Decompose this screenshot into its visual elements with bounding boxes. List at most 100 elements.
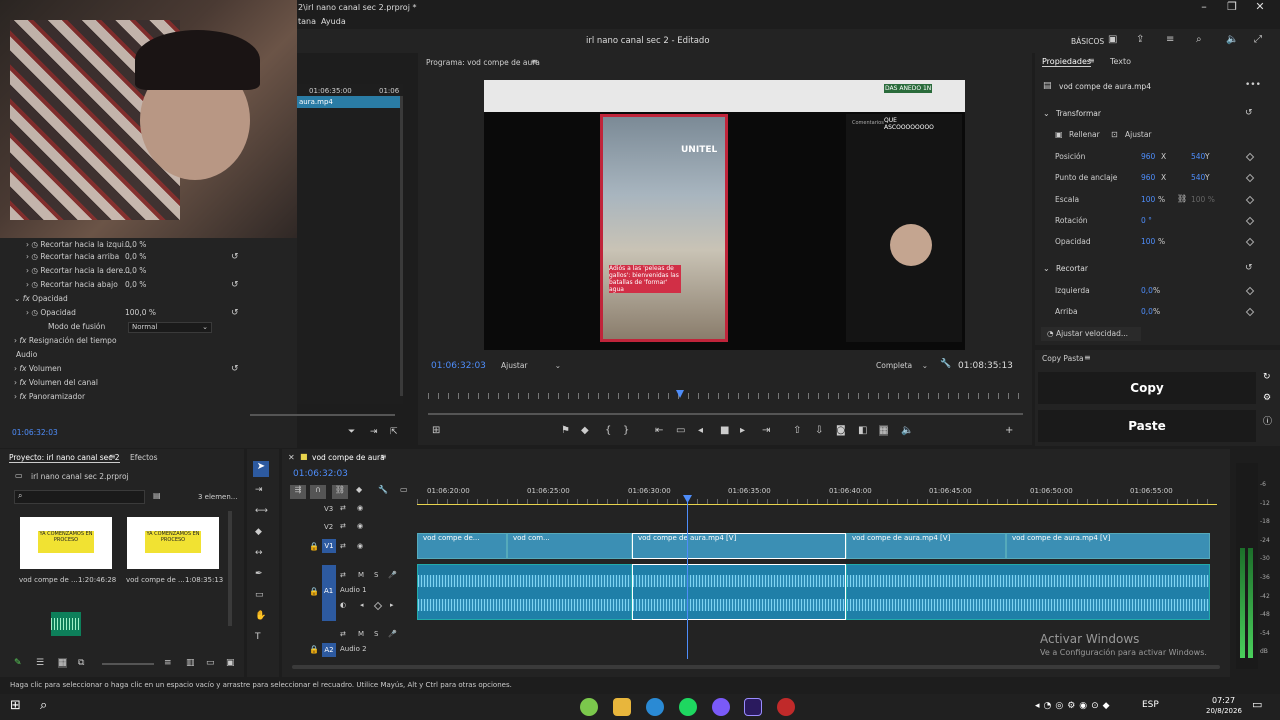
new-bin-icon[interactable]: ▤ xyxy=(153,491,161,500)
anchor-y[interactable]: 540 xyxy=(1191,173,1205,182)
tab-texto[interactable]: Texto xyxy=(1110,57,1131,66)
mark-in-icon[interactable]: { xyxy=(605,425,611,436)
timeline-timecode[interactable]: 01:06:32:03 xyxy=(293,469,348,479)
crop-top-value[interactable]: 0,0 xyxy=(1141,307,1153,316)
fit-icon[interactable]: ⊡ xyxy=(1111,130,1118,139)
track-label-v2[interactable]: V2 xyxy=(324,523,333,531)
fit-button[interactable]: Ajustar xyxy=(1125,130,1152,139)
track-toggle-icon[interactable]: ⇄ xyxy=(340,571,346,579)
blend-mode-select[interactable]: Normal ⌄ xyxy=(128,322,212,333)
video-clip[interactable]: vod compe de... xyxy=(417,533,507,559)
timeline-tab[interactable]: vod compe de aura xyxy=(312,453,385,462)
project-thumb-2[interactable]: YA COMENZAMOS EN PROCESO xyxy=(127,517,219,569)
refresh-icon[interactable]: ↻ xyxy=(1263,372,1271,382)
ripple-icon[interactable]: ⇥ xyxy=(370,427,378,437)
captions-icon[interactable]: ▭ xyxy=(400,485,408,494)
keyframe-icon[interactable] xyxy=(1245,216,1255,226)
video-clip[interactable]: vod compe de aura.mp4 [V] xyxy=(1006,533,1210,559)
lock-icon[interactable]: 🔒 xyxy=(309,542,319,551)
automate-icon[interactable]: ▥ xyxy=(186,658,195,668)
chevron-right-icon[interactable]: › xyxy=(14,362,17,376)
thumb-size-slider[interactable] xyxy=(102,663,154,665)
video-clip[interactable]: vod compe de aura.mp4 [V] xyxy=(846,533,1006,559)
chevron-right-icon[interactable]: › xyxy=(26,250,29,264)
anchor-x[interactable]: 960 xyxy=(1141,173,1155,182)
project-item-name[interactable]: vod compe de ... xyxy=(126,576,185,584)
search-icon[interactable]: ⌕ xyxy=(1196,34,1202,45)
menu-lines-icon[interactable]: ≡ xyxy=(380,452,387,461)
track-toggle-icon[interactable]: ⇄ xyxy=(340,522,346,530)
selection-tool-icon[interactable]: ➤ xyxy=(253,461,269,477)
ripple-edit-icon[interactable]: ⟷ xyxy=(255,506,268,516)
audio-thumb[interactable] xyxy=(51,612,81,636)
go-to-out-icon[interactable]: ⇥ xyxy=(762,425,770,436)
menu-lines-icon[interactable]: ≡ xyxy=(1166,34,1174,45)
fullscreen-icon[interactable]: ⤢ xyxy=(1254,34,1262,45)
chevron-right-icon[interactable]: › xyxy=(26,278,29,292)
work-area-bar[interactable] xyxy=(417,504,1217,505)
effect-value-bottom[interactable]: 0,0 % xyxy=(125,278,146,292)
program-video[interactable]: UNITEL Adiós a las 'peleas de gallos': b… xyxy=(484,80,965,350)
program-ruler[interactable] xyxy=(428,393,1023,399)
opacity-value[interactable]: 100,0 % xyxy=(125,306,156,320)
keyframe-icon[interactable] xyxy=(373,601,383,611)
stop-icon[interactable]: ■ xyxy=(720,425,729,436)
notification-icon[interactable]: ▭ xyxy=(1252,698,1262,711)
minimize-icon[interactable]: – xyxy=(1190,0,1218,14)
workspace-icon[interactable]: ▣ xyxy=(1108,34,1117,45)
audio-clip-selected[interactable] xyxy=(632,564,846,620)
reset-icon[interactable]: ↺ xyxy=(1245,108,1253,118)
link-icon[interactable]: ⛓ xyxy=(1177,194,1187,203)
mic-icon[interactable]: 🎤 xyxy=(388,630,397,638)
scale-value[interactable]: 100 xyxy=(1141,195,1155,204)
track-label-v1[interactable]: V1 xyxy=(322,539,336,553)
settings-icon[interactable]: ⊞ xyxy=(432,425,440,436)
quality-select[interactable]: Completa ⌄ xyxy=(876,360,928,372)
clock-date[interactable]: 20/8/2026 xyxy=(1206,707,1242,715)
source-clip[interactable]: aura.mp4 xyxy=(297,96,401,108)
opacity-value[interactable]: 100 xyxy=(1141,237,1155,246)
wrench-icon[interactable]: 🔧 xyxy=(378,485,388,494)
keyframe-icon[interactable] xyxy=(1245,237,1255,247)
chevron-right-icon[interactable]: › xyxy=(14,334,17,348)
chevron-right-icon[interactable]: › xyxy=(26,264,29,278)
system-tray-icons[interactable]: ◂◔◎⚙◉⊙◆ xyxy=(1035,701,1135,713)
lock-icon[interactable]: 🔒 xyxy=(309,645,319,654)
new-bin-icon[interactable]: ▭ xyxy=(206,658,215,668)
menu-lines-icon[interactable]: ≡ xyxy=(531,57,538,66)
solo-icon[interactable]: S xyxy=(374,630,378,638)
list-view-icon[interactable]: ☰ xyxy=(36,658,44,668)
pen-icon[interactable]: ✒ xyxy=(255,569,263,579)
go-to-in-icon[interactable]: ⇤ xyxy=(655,425,663,436)
fit-select[interactable]: Ajustar ⌄ xyxy=(501,360,561,372)
keyframe-icon[interactable] xyxy=(1245,195,1255,205)
effect-timecode[interactable]: 01:06:32:03 xyxy=(12,428,58,437)
step-forward-icon[interactable]: ▸ xyxy=(740,425,745,436)
fill-icon[interactable]: ▣ xyxy=(1055,130,1063,139)
chevron-right-icon[interactable]: › xyxy=(14,376,17,390)
zoom-scrollbar[interactable] xyxy=(250,414,395,416)
app-icon-1[interactable] xyxy=(580,698,598,716)
track-label-a2[interactable]: A2 xyxy=(322,643,336,657)
camera-icon[interactable]: ◙ xyxy=(836,425,846,436)
slip-icon[interactable]: ↔ xyxy=(255,548,263,558)
windows-start-icon[interactable]: ⊞ xyxy=(10,698,21,713)
stopwatch-icon[interactable]: ◷ xyxy=(31,264,38,278)
stopwatch-icon[interactable]: ◷ xyxy=(31,250,38,264)
track-label-v3[interactable]: V3 xyxy=(324,505,333,513)
filter-icon[interactable]: ⏷ xyxy=(348,427,355,437)
reset-icon[interactable]: ↺ xyxy=(231,280,239,290)
reset-icon[interactable]: ↺ xyxy=(231,252,239,262)
menu-item-ayuda[interactable]: Ayuda xyxy=(321,17,346,26)
effect-value-top[interactable]: 0,0 % xyxy=(125,250,146,264)
eye-icon[interactable]: ◉ xyxy=(357,522,363,530)
tab-properties[interactable]: Propiedades xyxy=(1042,57,1092,67)
reset-icon[interactable]: ↺ xyxy=(231,364,239,374)
mute-icon[interactable]: M xyxy=(358,630,364,638)
export-frame-icon[interactable]: ⇱ xyxy=(390,427,398,437)
volume-knob-icon[interactable]: ◐ xyxy=(340,601,346,609)
freeform-view-icon[interactable]: ⧉ xyxy=(78,658,84,668)
app-icon-5[interactable] xyxy=(712,698,730,716)
reset-icon[interactable]: ↺ xyxy=(1245,263,1253,273)
language-indicator[interactable]: ESP xyxy=(1142,700,1159,710)
